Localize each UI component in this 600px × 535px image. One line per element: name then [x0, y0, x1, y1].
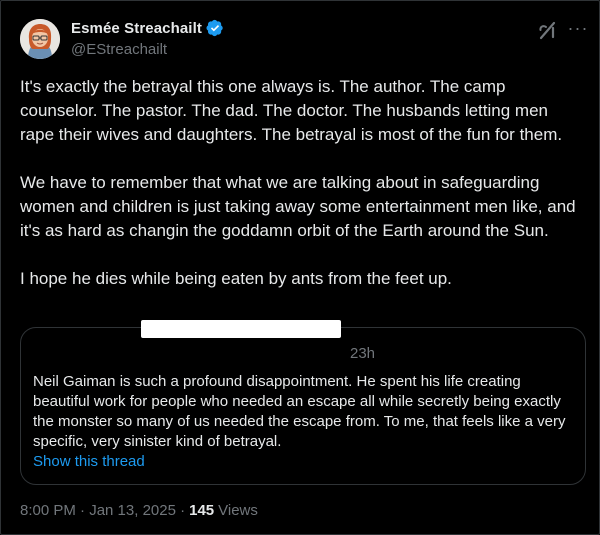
tweet-meta: 8:00 PM · Jan 13, 2025 · 145 Views — [20, 502, 258, 519]
author-name-row: Esmée Streachailt — [71, 19, 224, 37]
tweet-timestamp[interactable]: 8:00 PM · Jan 13, 2025 · — [20, 502, 185, 519]
show-thread-link[interactable]: Show this thread — [33, 453, 145, 470]
quoted-tweet-time[interactable]: 23h — [350, 345, 375, 362]
views-count: 145 — [189, 502, 215, 519]
quoted-tweet[interactable]: 23h Neil Gaiman is such a profound disap… — [20, 320, 586, 485]
avatar[interactable] — [20, 19, 60, 59]
verified-badge-icon — [206, 19, 223, 37]
tweet-text: It's exactly the betrayal this one alway… — [20, 75, 585, 291]
tweet-card: Esmée Streachailt @EStreachailt ··· It's… — [0, 0, 600, 535]
tweet-paragraph: I hope he dies while being eaten by ants… — [20, 269, 452, 288]
author-handle[interactable]: @EStreachailt — [71, 41, 167, 58]
quoted-tweet-text: Neil Gaiman is such a profound disappoin… — [33, 373, 566, 450]
tweet-paragraph: It's exactly the betrayal this one alway… — [20, 77, 563, 144]
more-icon[interactable]: ··· — [567, 19, 589, 41]
redacted-author-bar — [141, 320, 341, 338]
author-display-name[interactable]: Esmée Streachailt — [71, 20, 202, 37]
views-label: Views — [218, 502, 258, 519]
grok-icon[interactable] — [537, 19, 559, 41]
tweet-paragraph: We have to remember that what we are tal… — [20, 173, 576, 240]
avatar-illustration-icon — [20, 19, 60, 59]
